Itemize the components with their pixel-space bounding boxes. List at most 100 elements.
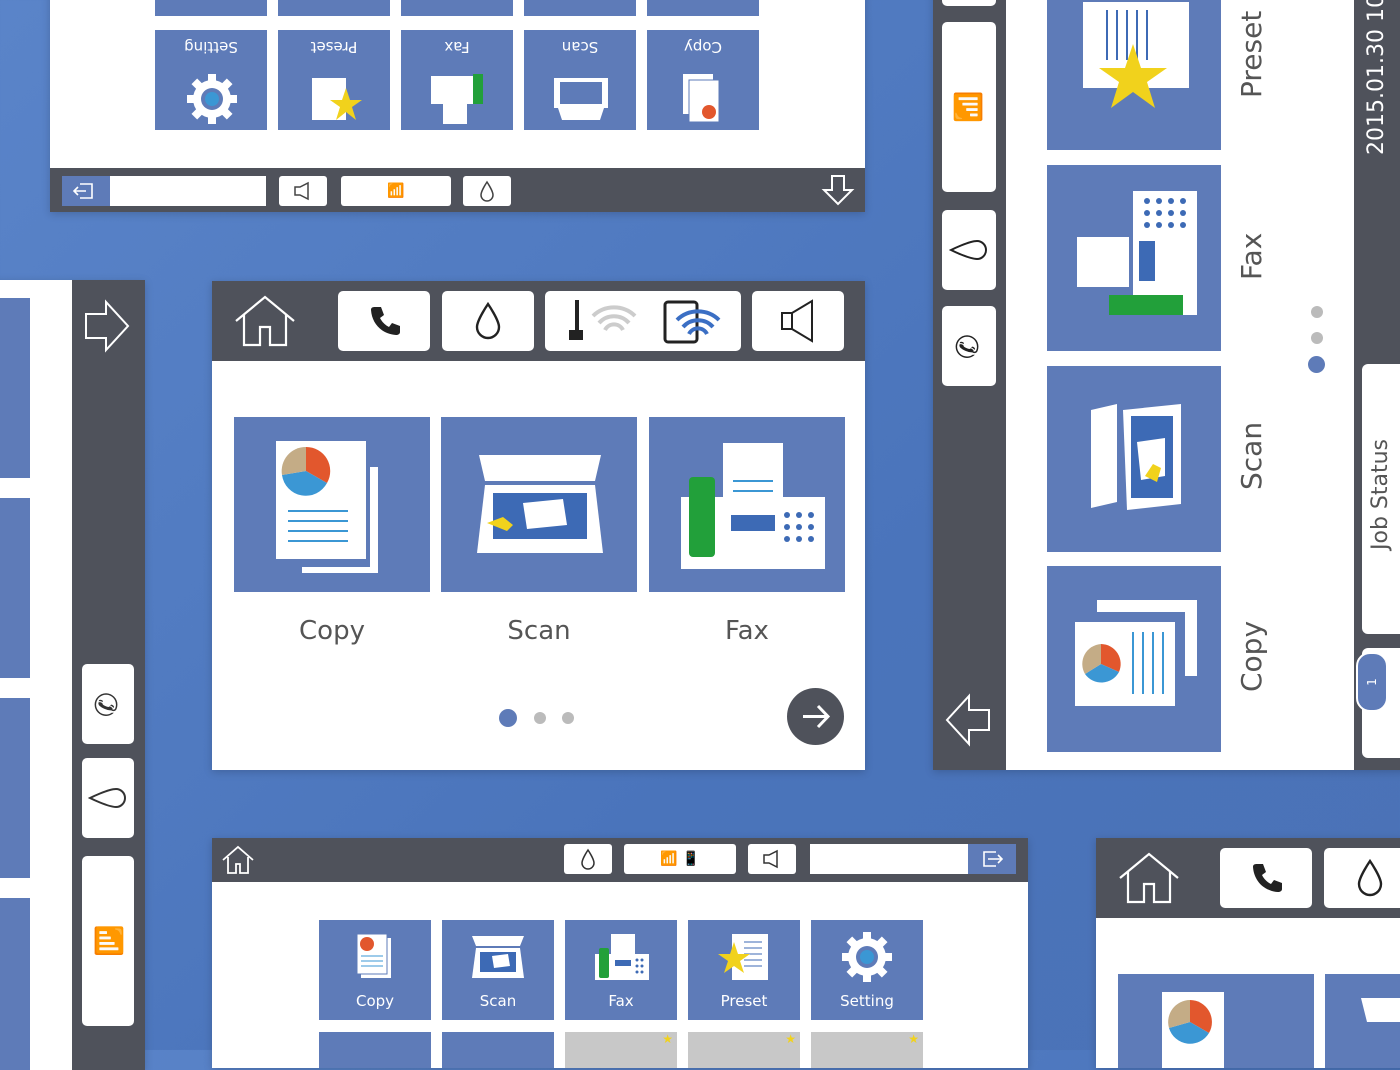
job-status-button[interactable]: Job Status xyxy=(1362,364,1400,634)
partial-tile[interactable] xyxy=(0,698,30,878)
page-dot[interactable] xyxy=(1311,306,1323,318)
home-icon[interactable] xyxy=(220,844,256,876)
speaker-button[interactable] xyxy=(752,291,844,351)
next-page-button[interactable] xyxy=(787,688,844,745)
side-bar: 📶 ✆ xyxy=(933,0,1006,770)
page-dot-active[interactable] xyxy=(1308,356,1325,373)
network-button[interactable] xyxy=(545,291,741,351)
tile-label: Setting xyxy=(840,992,894,1010)
app-tile-fax[interactable]: Fax xyxy=(401,30,513,130)
app-tile-copy[interactable]: Copy xyxy=(647,30,759,130)
ink-drop-icon xyxy=(88,787,126,809)
ink-button[interactable] xyxy=(942,210,996,290)
app-tile-scan[interactable] xyxy=(1325,974,1400,1068)
page-dot-active[interactable] xyxy=(499,709,517,727)
app-tile-copy[interactable] xyxy=(1118,974,1314,1068)
partial-tile[interactable] xyxy=(0,298,30,478)
down-arrow-icon[interactable] xyxy=(820,172,856,208)
partial-tile[interactable] xyxy=(0,498,30,678)
header-bar: 📶 📱 xyxy=(212,838,1028,882)
copy-icon xyxy=(1162,992,1224,1068)
wifi-button[interactable]: 📶 xyxy=(82,856,134,1026)
partial-tile[interactable] xyxy=(442,1032,554,1068)
app-tile-setting[interactable]: Setting xyxy=(811,920,923,1020)
app-tile-fax[interactable]: Fax xyxy=(565,920,677,1020)
app-tile-copy[interactable]: Copy xyxy=(319,920,431,1020)
app-tile-scan[interactable]: Scan xyxy=(524,30,636,130)
app-tile-scan[interactable]: Scan xyxy=(442,920,554,1020)
status-bar: 📶 xyxy=(50,168,865,212)
app-tile-scan[interactable] xyxy=(1047,366,1221,552)
page-dot[interactable] xyxy=(1311,332,1323,344)
tile-label: Fax xyxy=(608,992,634,1010)
back-arrow-icon[interactable] xyxy=(943,690,993,750)
partial-tile[interactable]: ★ xyxy=(565,1032,677,1068)
app-tile-preset[interactable]: Preset xyxy=(278,30,390,130)
tile-label: Setting xyxy=(184,38,238,56)
speaker-button[interactable] xyxy=(279,176,327,206)
main-panel: Copy Scan Fax xyxy=(212,281,865,770)
home-icon[interactable] xyxy=(1116,850,1182,906)
partial-tile[interactable]: ★ xyxy=(811,1032,923,1068)
phone-icon: ✆ xyxy=(951,333,987,359)
phone-button[interactable]: ✆ xyxy=(942,306,996,386)
app-tile-preset[interactable]: Preset xyxy=(688,920,800,1020)
user-field[interactable] xyxy=(810,844,968,874)
app-label: Preset xyxy=(1235,10,1268,98)
app-tile-copy[interactable] xyxy=(234,417,430,592)
partial-button[interactable] xyxy=(942,0,996,6)
app-tile-fax[interactable] xyxy=(649,417,845,592)
app-tile-preset[interactable] xyxy=(1047,0,1221,150)
app-tile-fax[interactable] xyxy=(1047,165,1221,351)
ink-button[interactable] xyxy=(1324,848,1400,908)
app-tile-setting[interactable]: Setting xyxy=(155,30,267,130)
app-label: Copy xyxy=(1235,620,1268,692)
partial-tile[interactable] xyxy=(155,0,267,16)
phone-button[interactable] xyxy=(338,291,430,351)
ink-button[interactable] xyxy=(564,844,612,874)
scanner-icon xyxy=(1361,998,1400,1022)
speaker-button[interactable] xyxy=(748,844,796,874)
phone-button[interactable]: ✆ xyxy=(82,664,134,744)
partial-tile[interactable] xyxy=(0,898,30,1070)
arrow-right-icon xyxy=(803,704,831,729)
logout-button[interactable] xyxy=(968,844,1016,874)
ink-button[interactable] xyxy=(442,291,534,351)
network-button[interactable]: 📶 📱 xyxy=(624,844,736,874)
scanner-icon xyxy=(1091,404,1181,510)
ink-drop-icon xyxy=(581,848,595,870)
copy-icon xyxy=(356,933,391,978)
app-label: Fax xyxy=(1235,232,1268,280)
app-tile-copy[interactable] xyxy=(1047,566,1221,752)
wifi-icon: 📶 xyxy=(954,90,984,124)
logout-button[interactable] xyxy=(62,176,110,206)
tile-label: Copy xyxy=(683,38,723,56)
phone-icon xyxy=(371,307,400,335)
partial-tile[interactable] xyxy=(278,0,390,16)
ink-button[interactable] xyxy=(463,176,511,206)
bottom-right-panel xyxy=(1096,838,1400,1068)
header-bar xyxy=(1096,838,1400,918)
ink-button[interactable] xyxy=(82,758,134,838)
page-dot[interactable] xyxy=(562,712,574,724)
tile-label: Scan xyxy=(479,992,517,1010)
tile-label: Fax xyxy=(444,38,470,56)
page-dot[interactable] xyxy=(534,712,546,724)
partial-tile[interactable] xyxy=(319,1032,431,1068)
user-field[interactable] xyxy=(110,176,266,206)
speaker-icon xyxy=(781,299,813,343)
tile-label: Preset xyxy=(310,38,358,56)
home-icon[interactable] xyxy=(232,293,298,349)
partial-tile[interactable] xyxy=(524,0,636,16)
network-button[interactable]: 📶 xyxy=(942,22,996,192)
forward-arrow-icon[interactable] xyxy=(82,298,132,354)
preset-icon xyxy=(1083,2,1189,108)
wifi-button[interactable]: 📶 xyxy=(341,176,451,206)
partial-tile[interactable]: ★ xyxy=(688,1032,800,1068)
speaker-icon xyxy=(763,849,778,869)
partial-tile[interactable] xyxy=(647,0,759,16)
app-tile-scan[interactable] xyxy=(441,417,637,592)
date-time: 2015.01.30 10 xyxy=(1364,0,1389,155)
partial-tile[interactable] xyxy=(401,0,513,16)
phone-button[interactable] xyxy=(1220,848,1312,908)
